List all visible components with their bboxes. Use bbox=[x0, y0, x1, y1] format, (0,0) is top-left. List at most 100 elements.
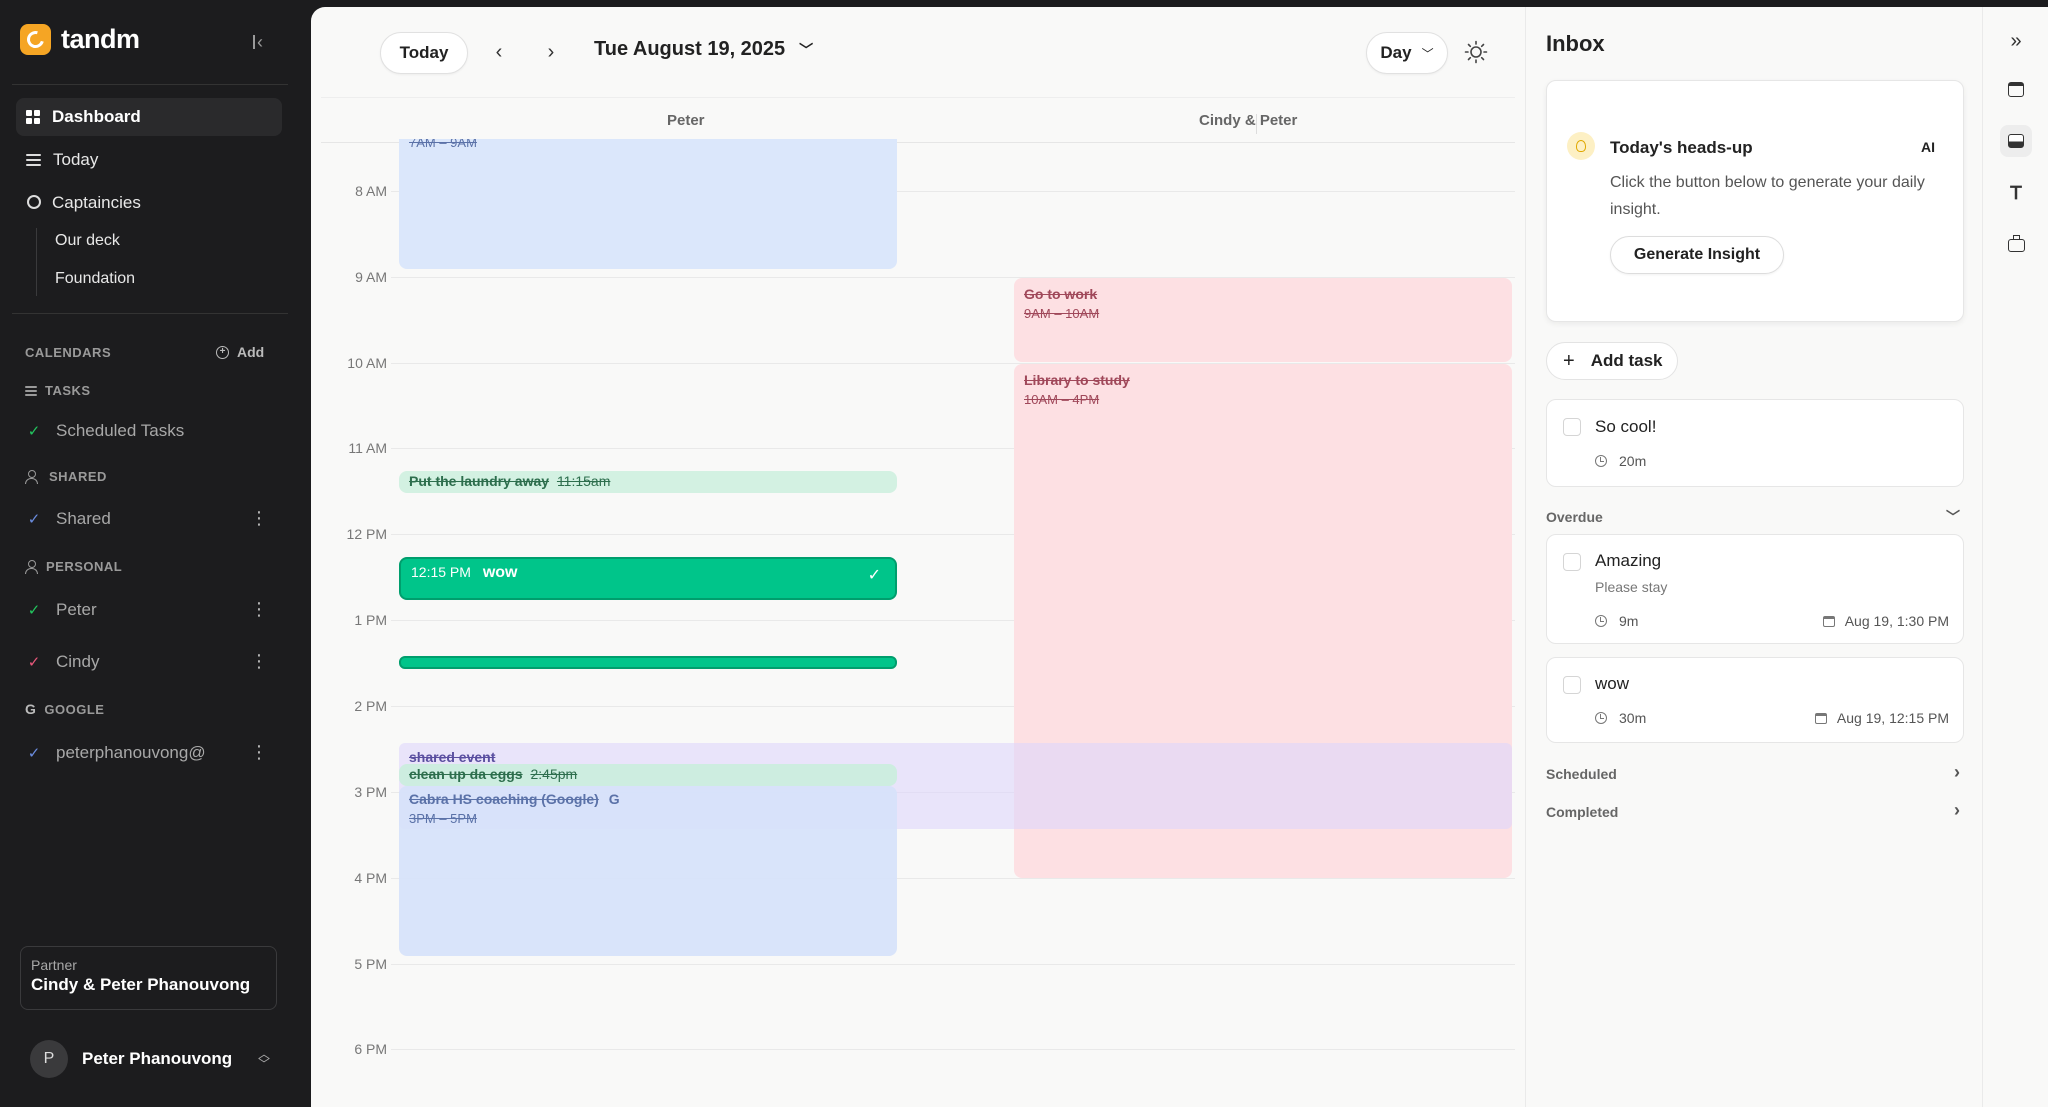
nav-dashboard[interactable]: Dashboard bbox=[16, 98, 282, 136]
more-options-icon[interactable]: ⋮ bbox=[250, 600, 268, 618]
today-button[interactable]: Today bbox=[380, 32, 468, 74]
dashboard-icon bbox=[26, 110, 40, 124]
scheduled-toggle[interactable]: Scheduled › bbox=[1546, 762, 1964, 782]
add-task-label: Add task bbox=[1590, 351, 1663, 370]
column-header-peter: Peter bbox=[667, 112, 705, 129]
ai-badge: AI bbox=[1921, 139, 1935, 155]
partner-card[interactable]: Partner Cindy & Peter Phanouvong bbox=[20, 946, 277, 1010]
event-title: Put the laundry away bbox=[409, 473, 550, 489]
event-time: 2:45pm bbox=[530, 766, 578, 782]
calendar-event-wow[interactable]: 12:15 PM wow ✓ bbox=[399, 557, 897, 600]
overdue-toggle[interactable]: Overdue ﹀ bbox=[1546, 509, 1964, 525]
clock-icon bbox=[1595, 712, 1607, 724]
check-icon[interactable]: ✓ bbox=[26, 744, 42, 762]
shared-heading-label: SHARED bbox=[49, 469, 107, 484]
task-card[interactable]: Amazing Please stay 9m Aug 19, 1:30 PM bbox=[1546, 534, 1964, 644]
expand-panel-icon[interactable]: » bbox=[2000, 25, 2032, 57]
tree-line bbox=[36, 228, 37, 296]
nav-our-deck[interactable]: Our deck bbox=[55, 232, 120, 250]
paint-brush-icon[interactable]: 𝖳 bbox=[2000, 177, 2032, 209]
task-card[interactable]: wow 30m Aug 19, 12:15 PM bbox=[1546, 657, 1964, 743]
nav-foundation[interactable]: Foundation bbox=[55, 270, 135, 288]
brand[interactable]: tandm bbox=[20, 24, 140, 55]
calendar-toolbar: Today ‹ › Tue August 19, 2025 ﹀ Day ﹀ bbox=[311, 7, 1525, 97]
task-card[interactable]: So cool! 20m bbox=[1546, 399, 1964, 487]
task-checkbox[interactable] bbox=[1563, 676, 1581, 694]
event-title: wow bbox=[482, 564, 518, 581]
check-icon[interactable]: ✓ bbox=[868, 565, 881, 585]
calendar-event-go-to-work[interactable]: Go to work 9AM – 10AM bbox=[1014, 278, 1512, 362]
add-calendar-button[interactable]: + Add bbox=[216, 344, 264, 360]
sun-icon[interactable] bbox=[1464, 40, 1488, 64]
partner-label: Partner bbox=[31, 957, 77, 973]
nav-today[interactable]: Today bbox=[16, 141, 282, 179]
calendar-event-eggs[interactable]: clean up da eggs 2:45pm bbox=[399, 764, 897, 786]
calendar-peter[interactable]: ✓ Peter ⋮ bbox=[26, 596, 276, 624]
calendar-event-laundry[interactable]: Put the laundry away 11:15am bbox=[399, 471, 897, 493]
chevron-up-down-icon[interactable]: ︿ ﹀ bbox=[258, 1048, 270, 1070]
check-icon[interactable]: ✓ bbox=[26, 601, 42, 619]
nav-captaincies[interactable]: Captaincies bbox=[16, 184, 282, 222]
calendar-event-morning[interactable]: 7AM – 9AM bbox=[399, 139, 897, 269]
user-menu[interactable]: P Peter Phanouvong ︿ ﹀ bbox=[30, 1040, 270, 1078]
personal-heading: PERSONAL bbox=[25, 559, 122, 574]
calendar-view: Today ‹ › Tue August 19, 2025 ﹀ Day ﹀ Pe… bbox=[311, 7, 1525, 1107]
inbox-icon[interactable] bbox=[2000, 125, 2032, 157]
calendar-shared[interactable]: ✓ Shared ⋮ bbox=[26, 505, 276, 533]
hour-label: 6 PM bbox=[354, 1041, 387, 1057]
check-icon[interactable]: ✓ bbox=[26, 653, 42, 671]
calendar-label: Shared bbox=[56, 509, 111, 528]
generate-insight-button[interactable]: Generate Insight bbox=[1610, 236, 1784, 274]
view-label: Day bbox=[1380, 43, 1412, 62]
tasks-heading: TASKS bbox=[25, 383, 91, 398]
list-icon bbox=[25, 385, 37, 396]
task-duration-value: 9m bbox=[1619, 613, 1639, 629]
calendar-cindy[interactable]: ✓ Cindy ⋮ bbox=[26, 648, 276, 676]
date-picker[interactable]: Tue August 19, 2025 ﹀ bbox=[594, 38, 813, 61]
google-heading-label: GOOGLE bbox=[44, 701, 105, 717]
divider bbox=[12, 313, 288, 314]
calendars-heading: CALENDARS bbox=[25, 345, 112, 360]
calendar-icon[interactable] bbox=[2000, 73, 2032, 105]
hour-label: 9 AM bbox=[355, 269, 387, 285]
check-icon[interactable]: ✓ bbox=[26, 510, 42, 528]
calendar-event-amazing[interactable] bbox=[399, 656, 897, 669]
person-icon bbox=[25, 560, 38, 574]
headsup-title: Today's heads-up bbox=[1610, 138, 1753, 157]
task-checkbox[interactable] bbox=[1563, 418, 1581, 436]
task-checkbox[interactable] bbox=[1563, 553, 1581, 571]
nav-today-label: Today bbox=[53, 150, 99, 169]
calendar-event-cabra[interactable]: Cabra HS coaching (Google) G 3PM – 5PM bbox=[399, 786, 897, 956]
task-title: wow bbox=[1595, 674, 1630, 693]
briefcase-icon[interactable] bbox=[2000, 229, 2032, 261]
plus-circle-icon: + bbox=[216, 345, 229, 359]
add-task-button[interactable]: + Add task bbox=[1546, 342, 1678, 380]
collapse-sidebar-icon[interactable]: ‹ bbox=[246, 30, 270, 54]
check-icon[interactable]: ✓ bbox=[26, 422, 42, 440]
headsup-card: Today's heads-up AI Click the button bel… bbox=[1546, 80, 1964, 322]
view-select[interactable]: Day ﹀ bbox=[1366, 32, 1448, 74]
avatar: P bbox=[30, 1040, 68, 1078]
task-duration-value: 30m bbox=[1619, 710, 1647, 726]
calendar-scheduled-tasks[interactable]: ✓ Scheduled Tasks bbox=[26, 417, 276, 445]
inbox-title: Inbox bbox=[1546, 31, 1605, 56]
event-title: Library to study bbox=[1024, 372, 1130, 388]
lightbulb-icon bbox=[1567, 132, 1595, 160]
chevron-right-icon: › bbox=[1954, 762, 1960, 782]
next-day-icon[interactable]: › bbox=[541, 41, 561, 64]
prev-day-icon[interactable]: ‹ bbox=[489, 41, 509, 64]
chevron-down-icon: ﹀ bbox=[799, 41, 814, 58]
completed-toggle[interactable]: Completed › bbox=[1546, 800, 1964, 820]
more-options-icon[interactable]: ⋮ bbox=[250, 509, 268, 527]
more-options-icon[interactable]: ⋮ bbox=[250, 743, 268, 761]
hour-line bbox=[391, 1049, 1515, 1050]
brand-name: tandm bbox=[61, 24, 140, 54]
calendar-google-account[interactable]: ✓ peterphanouvong@ ⋮ bbox=[26, 739, 276, 767]
column-divider bbox=[1256, 114, 1257, 134]
more-options-icon[interactable]: ⋮ bbox=[250, 652, 268, 670]
google-heading: G GOOGLE bbox=[25, 701, 104, 717]
time-grid: 8 AM 9 AM 10 AM 11 AM 12 PM 1 PM 2 PM 3 … bbox=[311, 139, 1525, 1107]
event-time: 10AM – 4PM bbox=[1024, 392, 1100, 407]
hour-label: 11 AM bbox=[348, 440, 387, 456]
hour-label: 12 PM bbox=[346, 526, 387, 542]
